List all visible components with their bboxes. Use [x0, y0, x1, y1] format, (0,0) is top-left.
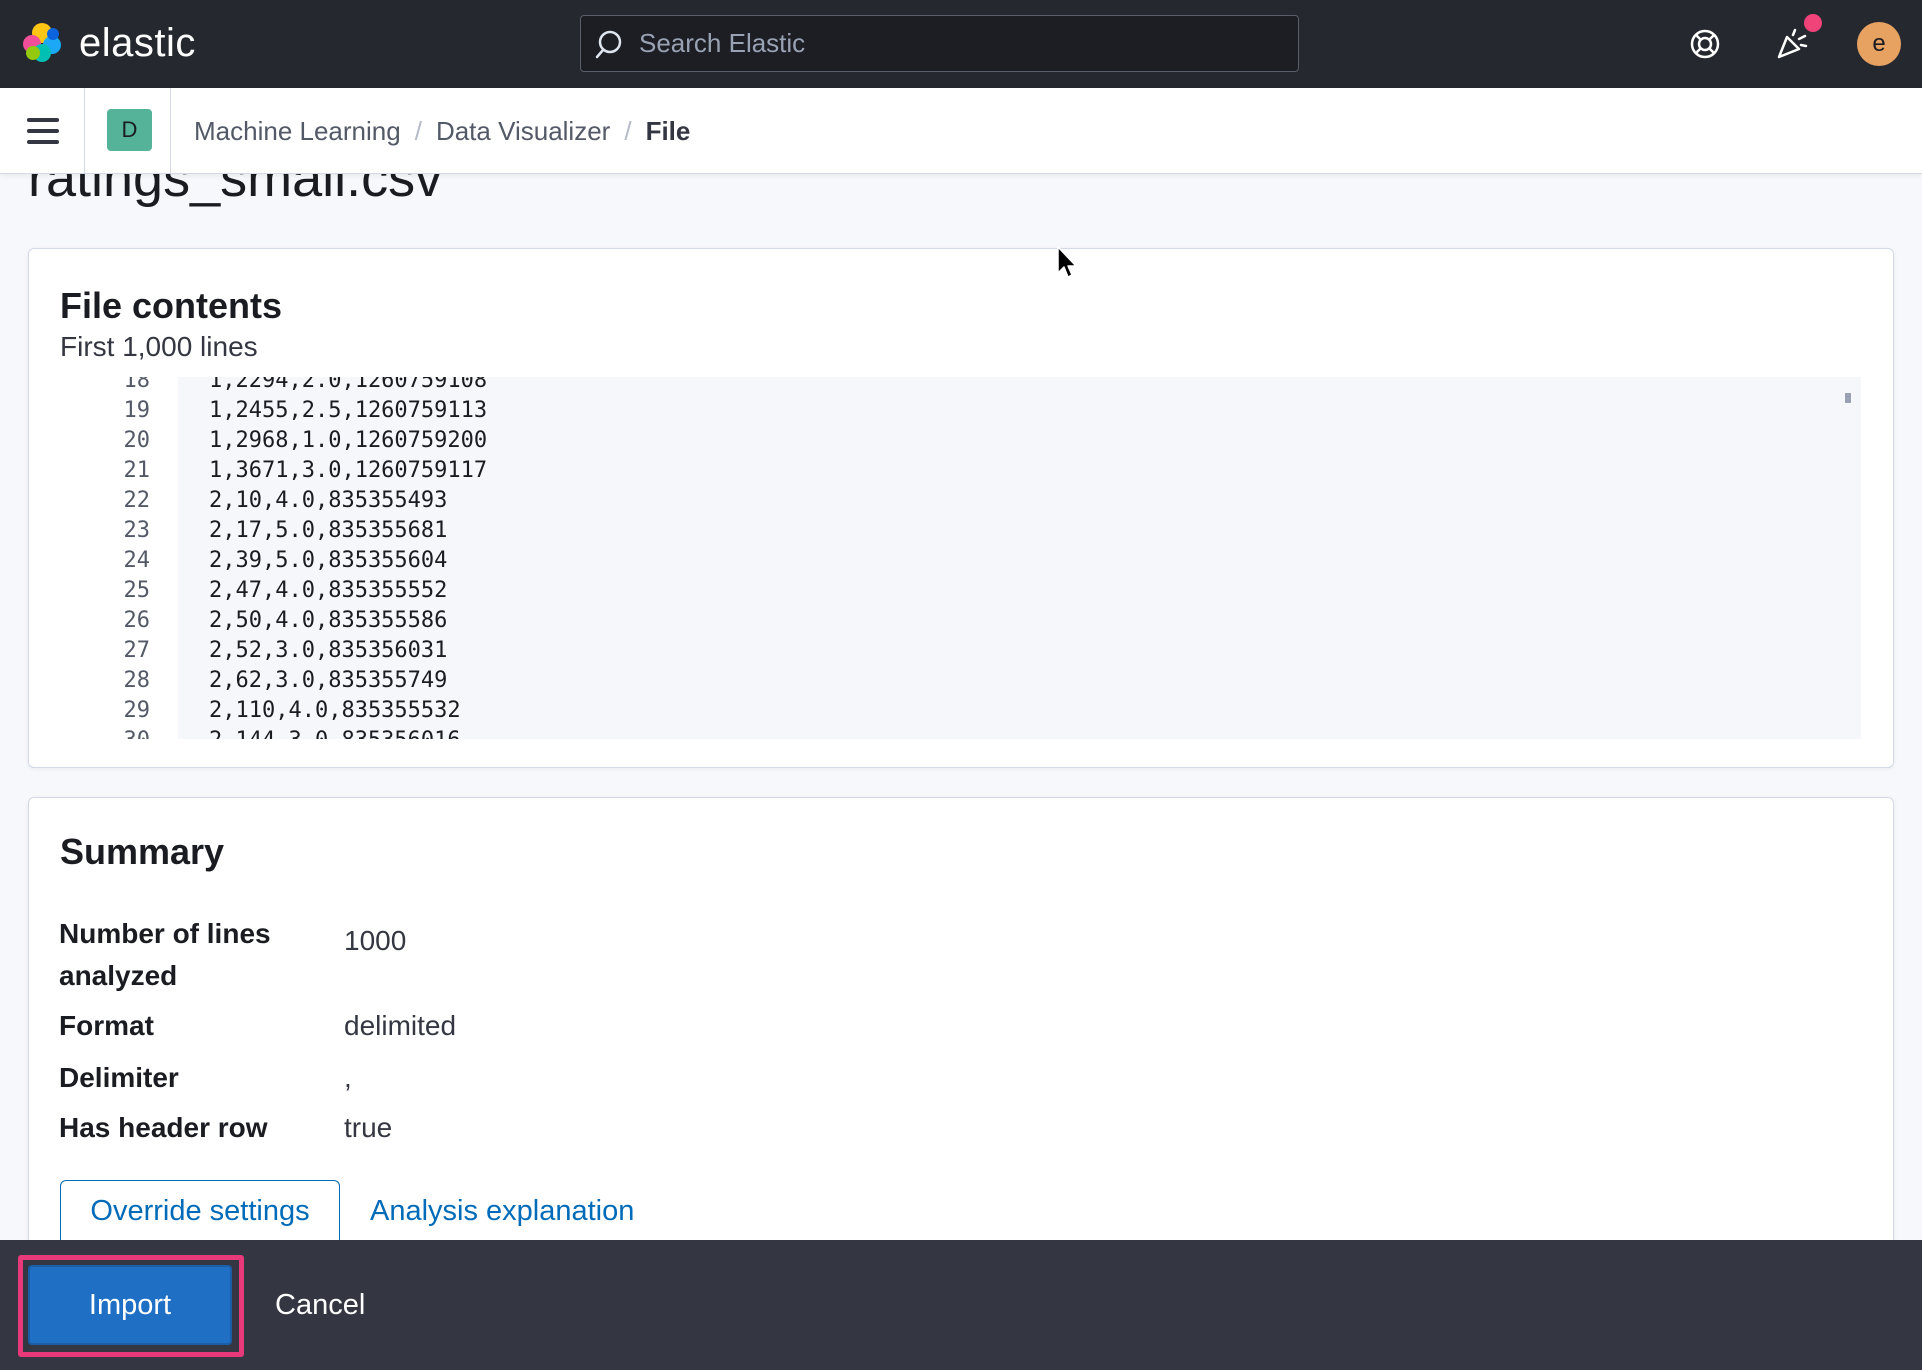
line-number: 26 [123, 608, 151, 633]
line-number: 30 [61, 726, 151, 739]
tab-override-settings[interactable]: Override settings [60, 1180, 340, 1242]
code-line: 22 2,10,4.0,835355493 [61, 486, 448, 516]
divider [84, 88, 85, 174]
line-text: 2,47,4.0,835355552 [209, 578, 448, 603]
code-line: 27 2,52,3.0,835356031 [61, 636, 448, 666]
code-line: 23 2,17,5.0,835355681 [61, 516, 448, 546]
divider [170, 88, 171, 174]
line-text: 2,50,4.0,835355586 [209, 608, 448, 633]
line-number: 24 [123, 548, 151, 573]
line-text: 1,3671,3.0,1260759117 [209, 458, 488, 483]
help-button[interactable] [1683, 22, 1727, 66]
breadcrumb-file: File [645, 115, 691, 146]
elastic-logo-icon[interactable] [20, 20, 64, 64]
line-text: 2,17,5.0,835355681 [209, 518, 448, 543]
global-search[interactable] [580, 15, 1299, 72]
breadcrumb: Machine Learning / Data Visualizer / Fil… [194, 88, 690, 174]
line-text: 2,62,3.0,835355749 [209, 668, 448, 693]
code-line: 20 1,2968,1.0,1260759200 [61, 426, 488, 456]
hamburger-icon [27, 118, 59, 122]
breadcrumb-separator: / [624, 115, 632, 146]
breadcrumb-separator: / [414, 115, 422, 146]
brand-name[interactable]: elastic [79, 20, 196, 66]
code-line: 28 2,62,3.0,835355749 [61, 666, 448, 696]
line-text: 2,144,3.0,835356016 [209, 726, 461, 739]
line-text: 1,2968,1.0,1260759200 [209, 428, 488, 453]
top-header: elastic e [0, 0, 1922, 88]
file-contents-viewer[interactable]: 18 1,2294,2.0,1260759108 19 1,2455,2.5,1260… [61, 377, 1861, 739]
summary-label-format: Format [59, 1010, 154, 1041]
line-number: 22 [123, 488, 151, 513]
tab-analysis-explanation[interactable]: Analysis explanation [370, 1180, 634, 1242]
news-feed-button[interactable] [1770, 14, 1822, 66]
summary-label-header-row: Has header row [59, 1112, 268, 1143]
code-line: 30 2,144,3.0,835356016 [61, 726, 461, 739]
line-number: 28 [123, 668, 151, 693]
summary-value-delimiter: , [344, 1062, 352, 1093]
code-line: 25 2,47,4.0,835355552 [61, 576, 448, 606]
line-number: 27 [123, 638, 151, 663]
file-contents-panel: File contents First 1,000 lines 18 1,2294… [28, 248, 1894, 768]
code-line: 18 1,2294,2.0,1260759108 [61, 377, 488, 396]
line-number: 29 [123, 698, 151, 723]
file-contents-subtitle: First 1,000 lines [60, 331, 258, 362]
code-line: 19 1,2455,2.5,1260759113 [61, 396, 488, 426]
line-text: 2,110,4.0,835355532 [209, 698, 461, 723]
code-line: 21 1,3671,3.0,1260759117 [61, 456, 488, 486]
summary-value-lines: 1000 [344, 925, 407, 956]
line-number: 25 [123, 578, 151, 603]
line-text: 2,52,3.0,835356031 [209, 638, 448, 663]
line-number: 23 [123, 518, 151, 543]
code-line: 29 2,110,4.0,835355532 [61, 696, 461, 726]
code-line: 26 2,50,4.0,835355586 [61, 606, 448, 636]
menu-toggle-button[interactable] [22, 110, 64, 152]
summary-label-lines: Number of lines analyzed [59, 918, 271, 991]
cheer-icon [1777, 28, 1808, 59]
file-contents-title: File contents [60, 285, 283, 326]
line-text: 2,39,5.0,835355604 [209, 548, 448, 573]
summary-value-header-row: true [344, 1112, 393, 1143]
line-text: 1,2455,2.5,1260759113 [209, 398, 488, 423]
bottom-action-bar: Import Cancel [0, 1240, 1922, 1370]
line-text: 1,2294,2.0,1260759108 [209, 377, 488, 393]
line-number: 19 [123, 398, 151, 423]
import-button[interactable]: Import [28, 1265, 232, 1345]
space-avatar[interactable]: D [107, 109, 152, 151]
breadcrumb-data-visualizer[interactable]: Data Visualizer [436, 116, 610, 147]
help-lifebuoy-icon [1690, 29, 1720, 59]
line-number: 18 [123, 377, 151, 393]
cancel-button[interactable]: Cancel [275, 1265, 365, 1345]
summary-label-delimiter: Delimiter [59, 1062, 179, 1093]
breadcrumb-bar: D Machine Learning / Data Visualizer / F… [0, 88, 1922, 174]
mouse-cursor-icon [1057, 246, 1077, 278]
line-text: 2,10,4.0,835355493 [209, 488, 448, 513]
notification-dot [1804, 14, 1822, 32]
line-number: 20 [123, 428, 151, 453]
search-icon [595, 30, 622, 58]
search-input[interactable] [639, 28, 1279, 59]
summary-value-format: delimited [344, 1010, 457, 1041]
line-number: 21 [123, 458, 151, 483]
breadcrumb-machine-learning[interactable]: Machine Learning [194, 116, 401, 147]
user-avatar[interactable]: e [1857, 22, 1901, 66]
summary-title: Summary [60, 831, 225, 872]
scrollbar-thumb[interactable] [1845, 393, 1851, 403]
code-line: 24 2,39,5.0,835355604 [61, 546, 448, 576]
